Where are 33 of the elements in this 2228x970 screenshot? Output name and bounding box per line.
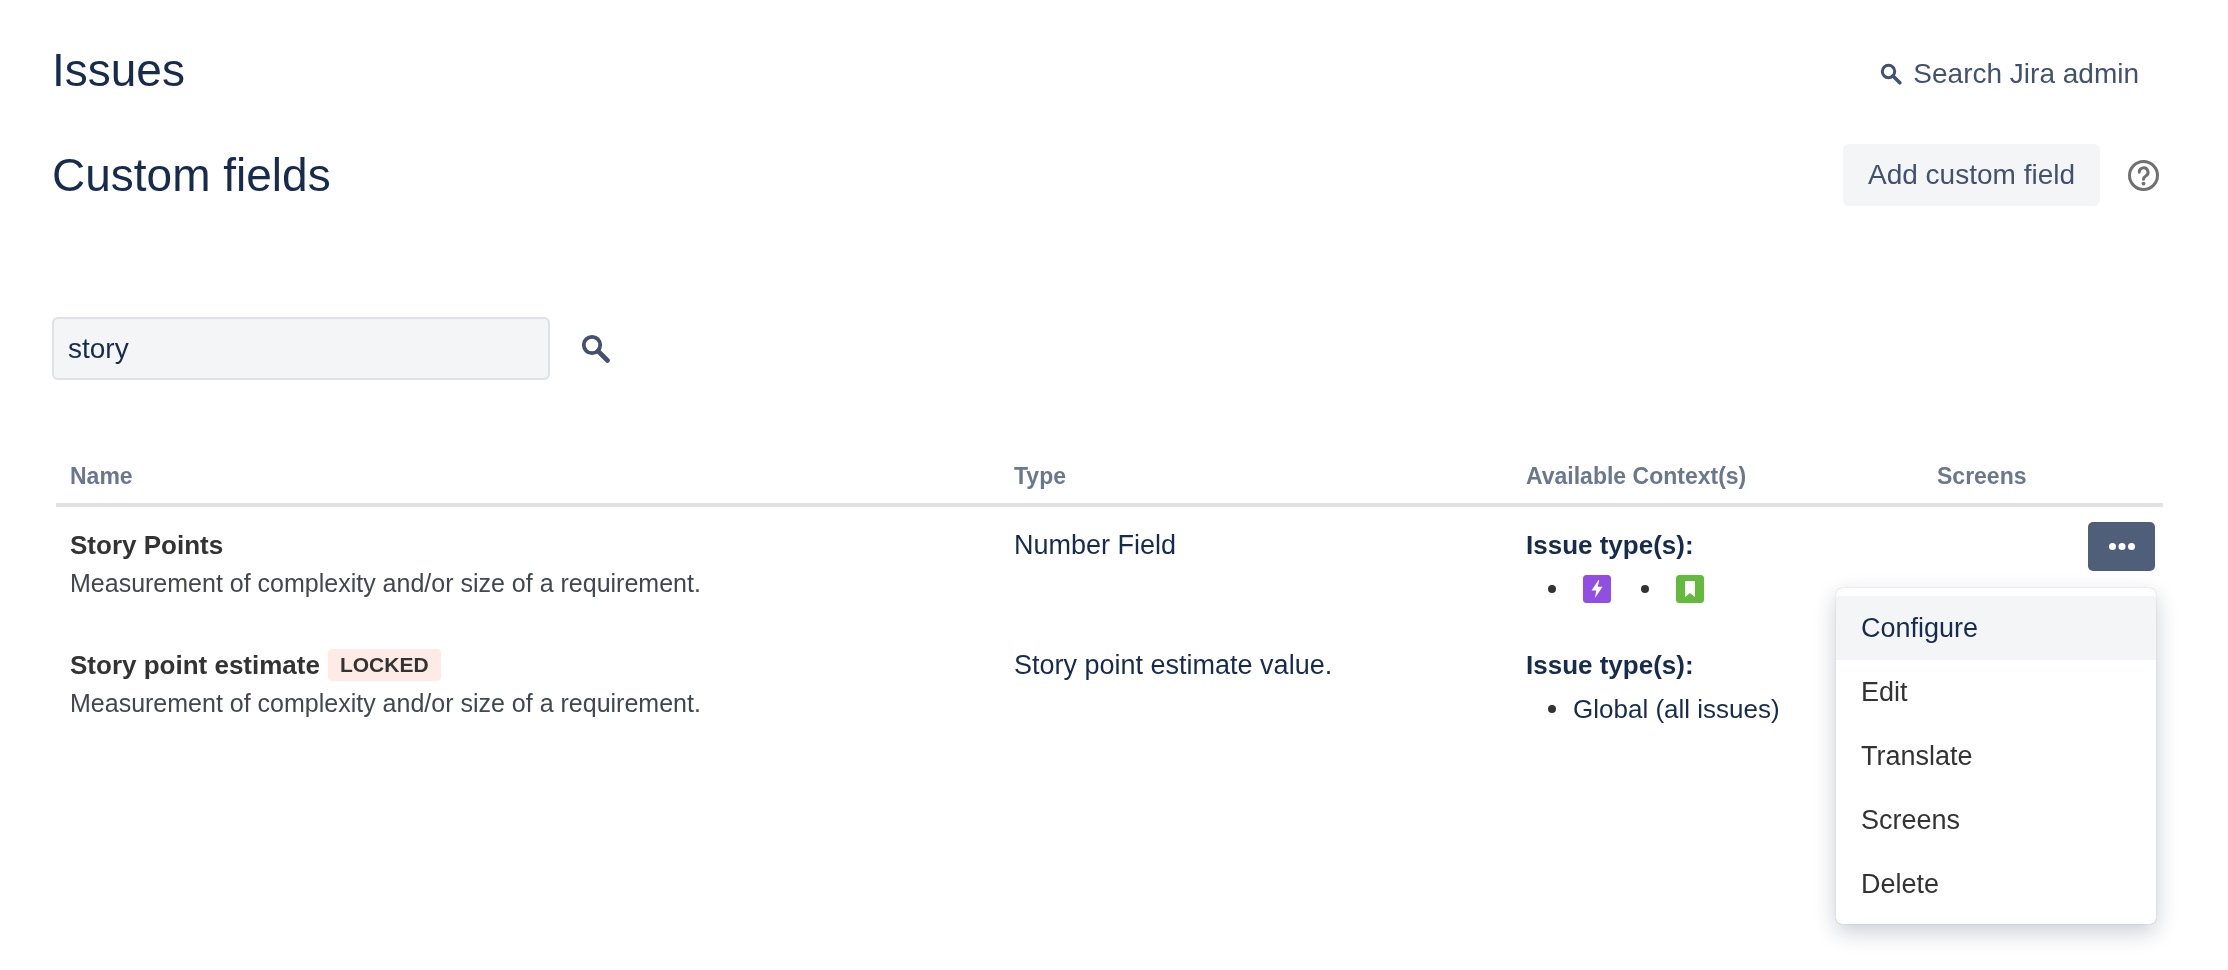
field-type: Number Field: [1000, 505, 1512, 627]
context-label: Issue type(s):: [1526, 649, 1695, 682]
bullet-icon: [1641, 585, 1649, 593]
status-lozenge: LOCKED: [327, 649, 441, 681]
field-name: Story Points: [70, 529, 224, 562]
section-title: Issues: [52, 43, 185, 98]
column-header: Available Context(s): [1512, 461, 1923, 505]
field-description: Measurement of complexity and/or size of a requirement.: [70, 568, 702, 599]
column-header: Type: [1000, 461, 1512, 505]
bullet-icon: [1548, 585, 1556, 593]
menu-item[interactable]: Edit: [1836, 660, 2156, 724]
field-name: Story point estimate: [70, 649, 320, 682]
menu-item[interactable]: Configure: [1836, 596, 2156, 660]
add-custom-field-button[interactable]: Add custom field: [1843, 144, 2100, 206]
context-label: Issue type(s):: [1526, 529, 1695, 562]
admin-search-link[interactable]: Search Jira admin: [1880, 57, 2139, 91]
bullet-icon: [1548, 705, 1556, 713]
context-value: Global (all issues): [1573, 693, 1780, 726]
menu-item[interactable]: Screens: [1836, 788, 2156, 852]
column-header: Screens: [1923, 461, 2163, 505]
more-icon: [2108, 543, 2135, 550]
menu-item[interactable]: Translate: [1836, 724, 2156, 788]
field-type: Story point estimate value.: [1013, 649, 1334, 682]
search-button[interactable]: [581, 334, 610, 363]
field-description: Measurement of complexity and/or size of a requirement.: [70, 688, 702, 719]
page-title: Custom fields: [52, 147, 331, 203]
menu-item[interactable]: Delete: [1836, 852, 2156, 916]
more-actions-button[interactable]: [2088, 522, 2155, 571]
column-header: Name: [56, 461, 1000, 505]
search-icon: [581, 334, 610, 363]
help-icon[interactable]: [2128, 159, 2159, 191]
search-icon: [1880, 63, 1903, 85]
search-field[interactable]: story: [52, 317, 550, 380]
